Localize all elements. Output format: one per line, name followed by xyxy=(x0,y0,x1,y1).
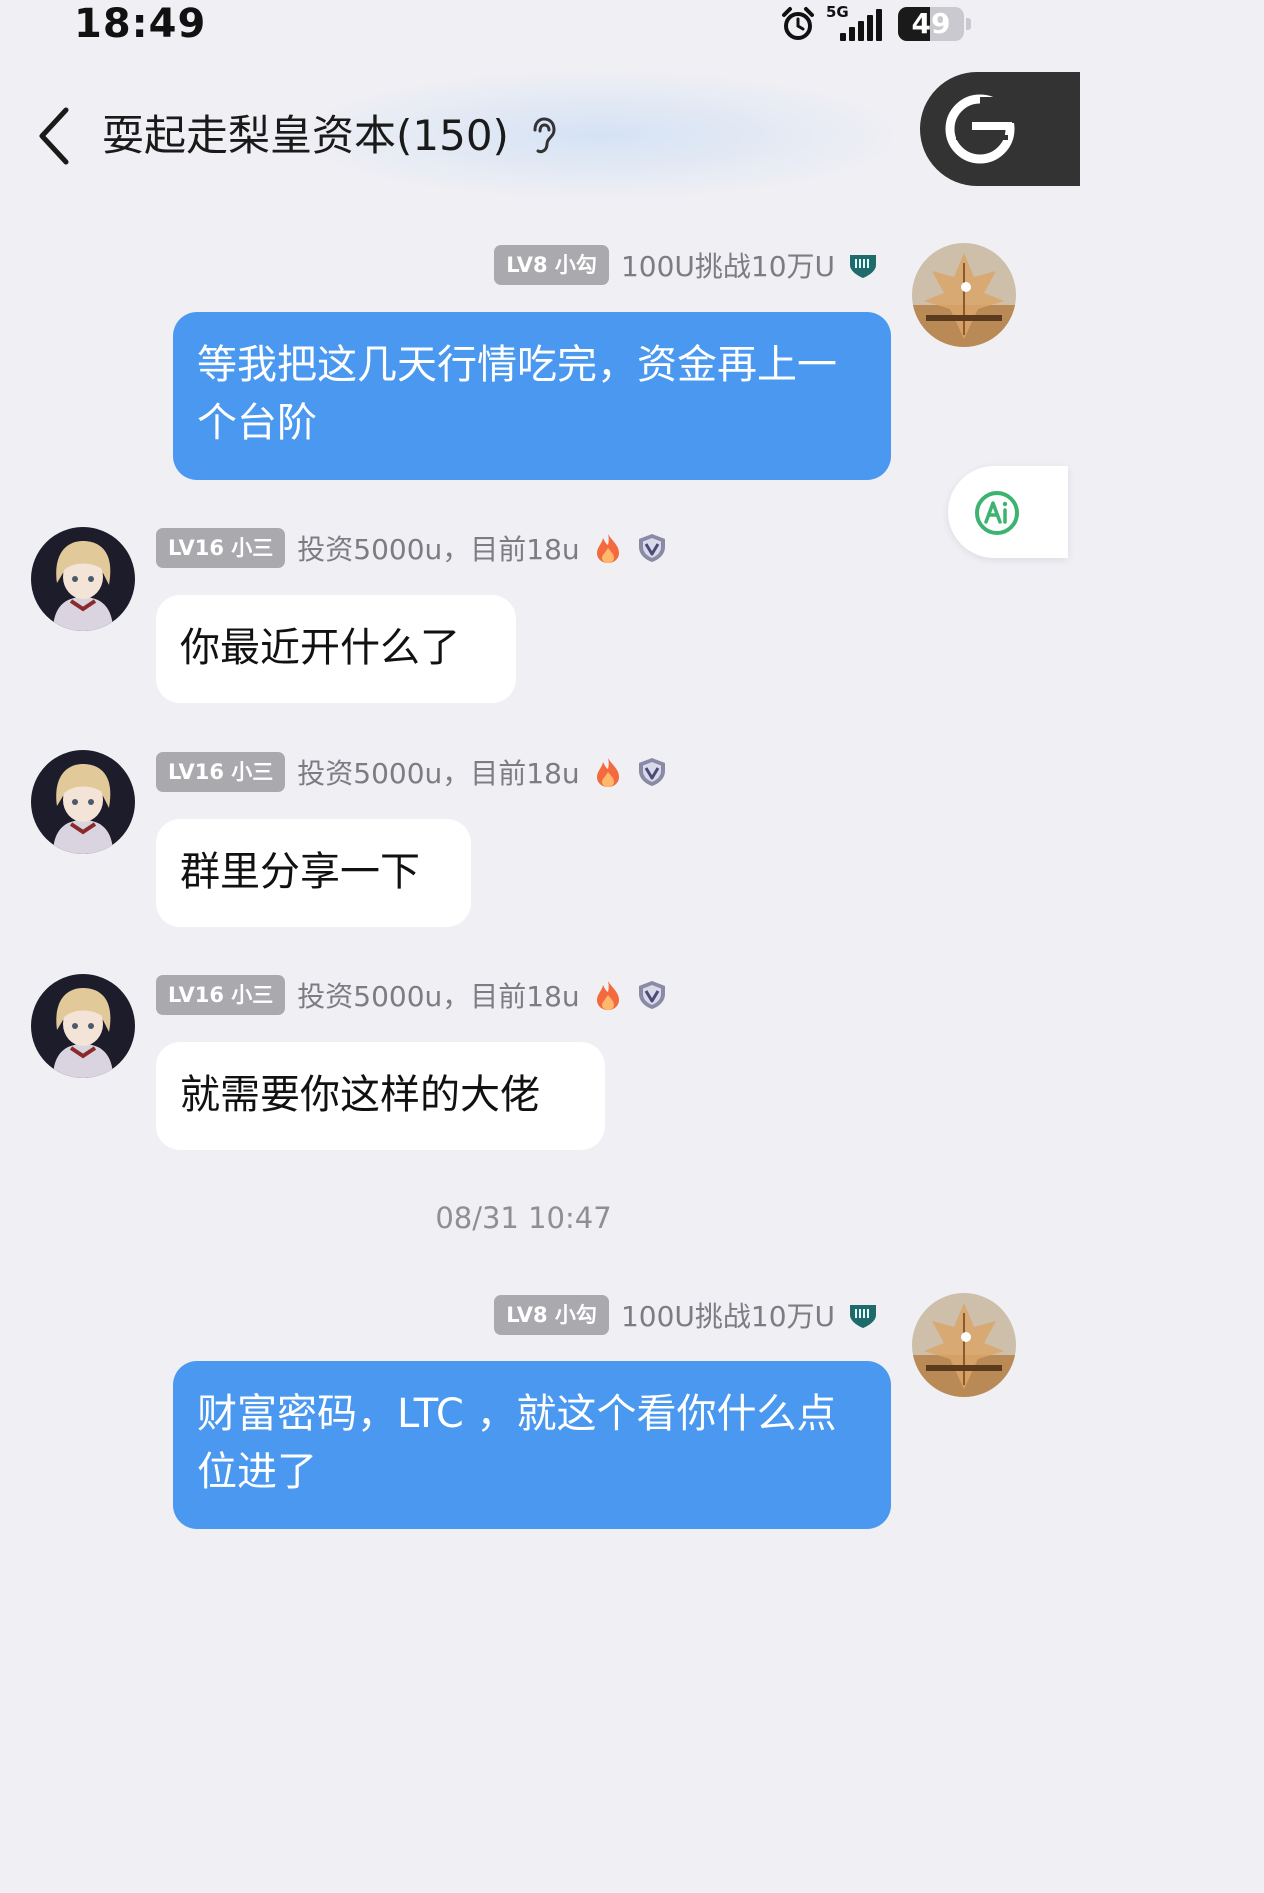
ear-icon[interactable] xyxy=(526,116,560,156)
back-icon[interactable] xyxy=(34,104,74,168)
battery-tip xyxy=(966,18,971,30)
avatar[interactable] xyxy=(912,243,1016,347)
level-badge: LV16 小三 xyxy=(156,752,286,792)
chat-title[interactable]: 耍起走梨皇资本(150) xyxy=(102,106,509,166)
vip-shield-icon xyxy=(638,758,665,786)
avatar[interactable] xyxy=(31,750,135,854)
sender-nickname[interactable]: 投资5000u，目前18u xyxy=(297,752,579,792)
ai-icon xyxy=(975,491,1019,535)
maple-leaf-avatar-image xyxy=(912,243,1016,347)
sender-nickname[interactable]: 100U挑战10万U xyxy=(621,1295,835,1335)
vip-shield-icon xyxy=(638,534,665,562)
avatar[interactable] xyxy=(912,1293,1016,1397)
sender-meta: LV8 小勾 100U挑战10万U xyxy=(494,1295,879,1335)
battery-level: 49 xyxy=(911,7,951,40)
status-icons: 5G 49 xyxy=(780,4,971,44)
fire-icon xyxy=(596,534,619,563)
anime-girl-avatar-image xyxy=(31,527,135,631)
message-bubble[interactable]: 你最近开什么了 xyxy=(156,595,516,703)
avatar[interactable] xyxy=(31,974,135,1078)
level-emblem-icon xyxy=(850,255,876,278)
avatar[interactable] xyxy=(31,527,135,631)
maple-leaf-avatar-image xyxy=(912,1293,1016,1397)
sender-nickname[interactable]: 100U挑战10万U xyxy=(621,245,835,285)
sender-meta: LV8 小勾 100U挑战10万U xyxy=(494,245,879,285)
level-badge: LV16 小三 xyxy=(156,528,286,568)
fire-icon xyxy=(596,981,619,1010)
sender-meta: LV16 小三 投资5000u，目前18u xyxy=(156,752,668,792)
level-badge: LV8 小勾 xyxy=(494,245,609,285)
battery-icon: 49 xyxy=(898,7,964,41)
anime-girl-avatar-image xyxy=(31,750,135,854)
sender-meta: LV16 小三 投资5000u，目前18u xyxy=(156,975,668,1015)
anime-girl-avatar-image xyxy=(31,974,135,1078)
floating-app-button[interactable] xyxy=(920,72,1080,186)
level-badge: LV8 小勾 xyxy=(494,1295,609,1335)
signal-icon: 5G xyxy=(826,4,888,44)
sender-nickname[interactable]: 投资5000u，目前18u xyxy=(297,528,579,568)
sender-meta: LV16 小三 投资5000u，目前18u xyxy=(156,528,668,568)
alarm-icon xyxy=(782,7,814,40)
message-bubble[interactable]: 就需要你这样的大佬 xyxy=(156,1042,605,1150)
chat-timestamp: 08/31 10:47 xyxy=(435,1201,612,1235)
message-bubble[interactable]: 群里分享一下 xyxy=(156,819,471,927)
fire-icon xyxy=(596,758,619,787)
status-time: 18:49 xyxy=(74,1,207,47)
message-bubble[interactable]: 财富密码，LTC ，就这个看你什么点位进了 xyxy=(173,1361,891,1529)
message-bubble[interactable]: 等我把这几天行情吃完，资金再上一个台阶 xyxy=(173,312,891,480)
level-badge: LV16 小三 xyxy=(156,975,286,1015)
ai-assistant-button[interactable] xyxy=(948,466,1068,558)
sender-nickname[interactable]: 投资5000u，目前18u xyxy=(297,975,579,1015)
floating-app-icon xyxy=(945,94,1018,164)
level-emblem-icon xyxy=(850,1305,876,1328)
vip-shield-icon xyxy=(638,981,665,1009)
